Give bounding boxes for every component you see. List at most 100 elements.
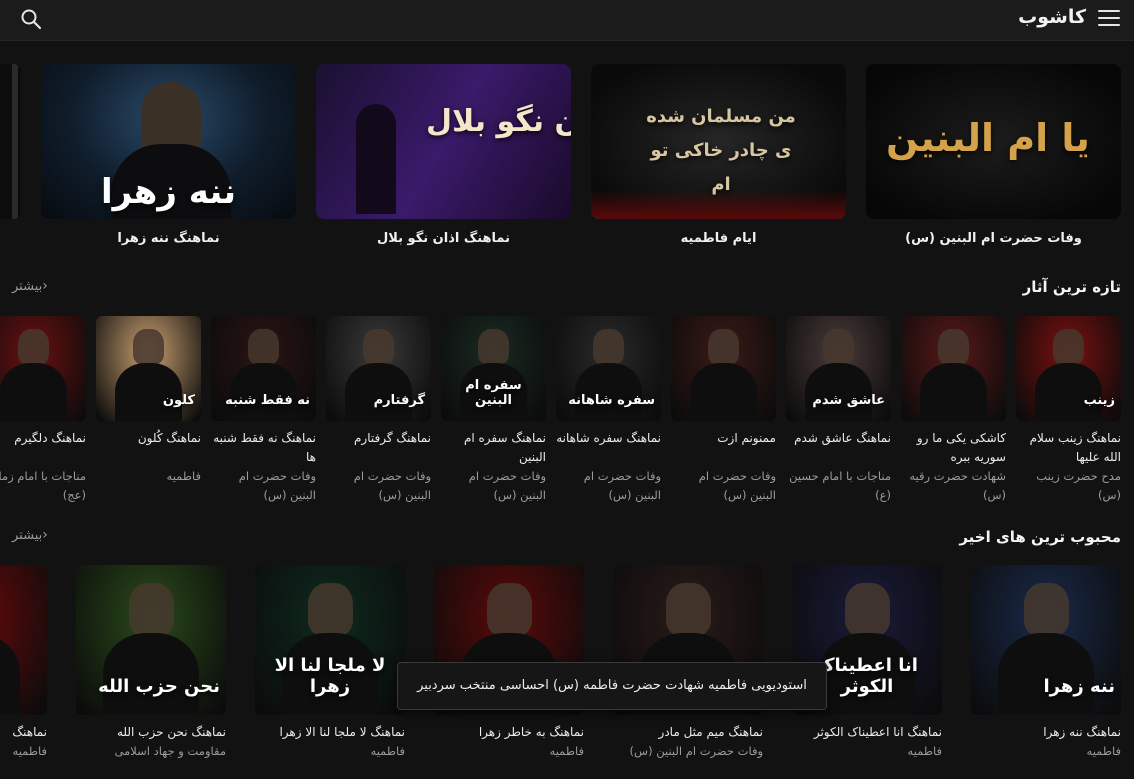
- chevron-left-icon: ‹: [42, 278, 48, 294]
- popular-thumbnail-art: لا ملجا لنا الا زهرا: [274, 655, 386, 697]
- popular-thumbnail[interactable]: لا ملجا لنا الا زهرا: [255, 565, 405, 715]
- latest-thumbnail[interactable]: کلون: [96, 316, 201, 421]
- latest-item[interactable]: کلون نماهنگ کُلون فاطمیه: [96, 316, 201, 501]
- figure-shape: [362, 328, 395, 366]
- latest-title[interactable]: نماهنگ کُلون: [96, 429, 201, 448]
- popular-thumbnail[interactable]: نحن حزب الله: [76, 565, 226, 715]
- latest-title[interactable]: نماهنگ سفره شاهانه: [556, 429, 661, 448]
- latest-item[interactable]: گرفتارم نماهنگ گرفتارم وفات حضرت ام البنین…: [326, 316, 431, 502]
- popular-subtitle: فاطمیه: [549, 744, 584, 758]
- latest-item[interactable]: سفره ام البنین نماهنگ سفره ام البنین وفات …: [441, 316, 546, 502]
- featured-card-3-art: اذان نگو بلال: [426, 104, 571, 139]
- latest-section-title: تازه ترین آثار: [1022, 278, 1121, 296]
- featured-card-1-art: یا ام البنین: [886, 116, 1090, 160]
- popular-title[interactable]: نماهنگ لا ملجا لنا الا زهرا: [255, 723, 405, 742]
- latest-item[interactable]: نه فقط شنبه نماهنگ نه فقط شنبه ها وفات حضر…: [211, 316, 316, 502]
- latest-thumbnail[interactable]: عاشق شدم: [786, 316, 891, 421]
- latest-title[interactable]: نماهنگ دلگیرم: [0, 429, 86, 448]
- popular-subtitle: مقاومت و جهاد اسلامی: [114, 744, 226, 758]
- featured-card-1-title[interactable]: وفات حضرت ام البنین (س): [866, 231, 1121, 246]
- figure-shape: [132, 328, 165, 366]
- popular-title[interactable]: نماهنگ میم مثل مادر: [613, 723, 763, 742]
- latest-subtitle: فاطمیه: [166, 469, 201, 483]
- popular-title[interactable]: نماهنگ نحن حزب الله: [76, 723, 226, 742]
- featured-card-3-image[interactable]: اذان نگو بلال: [316, 64, 571, 219]
- latest-row: زینب نماهنگ زینب سلام الله علیها مدح حضرت …: [0, 316, 1134, 506]
- figure-shape: [665, 583, 711, 636]
- popular-title[interactable]: نماهنگ ننه زهرا: [971, 723, 1121, 742]
- popular-item[interactable]: نحن حزب الله نماهنگ نحن حزب الله مقاومت و …: [76, 565, 226, 779]
- search-icon[interactable]: [20, 8, 42, 30]
- latest-thumbnail-art: کلون: [162, 393, 195, 409]
- featured-card-2-image[interactable]: من مسلمان شده ی چادر خاکی تو ام: [591, 64, 846, 219]
- hamburger-menu-icon[interactable]: [1098, 10, 1120, 28]
- latest-subtitle: مدح حضرت زینب (س): [1036, 469, 1121, 502]
- popular-thumbnail-art: ننه زهرا: [1043, 676, 1116, 697]
- popular-section-title: محبوب ترین های اخیر: [959, 528, 1121, 546]
- latest-thumbnail-art: گرفتارم: [373, 393, 425, 409]
- popular-thumbnail-art: نحن حزب الله: [98, 676, 220, 697]
- popular-more-label: بیشتر: [12, 528, 43, 543]
- latest-thumbnail-art: سفره ام البنین: [465, 378, 522, 409]
- figure-shape: [844, 583, 890, 636]
- latest-title[interactable]: نماهنگ گرفتارم: [326, 429, 431, 448]
- latest-subtitle: وفات حضرت ام البنین (س): [583, 469, 661, 502]
- latest-title[interactable]: نماهنگ عاشق شدم: [786, 429, 891, 448]
- latest-thumbnail-art: سفره شاهانه: [568, 393, 655, 409]
- latest-subtitle: مناجات با امام زمان (عج): [0, 469, 86, 502]
- featured-card-edge[interactable]: [0, 64, 21, 219]
- popular-title[interactable]: نماهنگ به خاطر زهرا: [434, 723, 584, 742]
- latest-title[interactable]: نماهنگ سفره ام البنین: [441, 429, 546, 467]
- latest-thumbnail[interactable]: نه فقط شنبه: [211, 316, 316, 421]
- latest-more-link[interactable]: ‹بیشتر: [12, 278, 52, 294]
- featured-card-2-art: من مسلمان شده ی چادر خاکی تو ام: [646, 106, 796, 195]
- popular-subtitle: فاطمیه: [370, 744, 405, 758]
- popular-item[interactable]: لا ملجا لنا الا زهرا نماهنگ لا ملجا لنا ا…: [255, 565, 405, 779]
- figure-shape: [0, 363, 68, 421]
- latest-thumbnail-art: زینب: [1083, 393, 1115, 409]
- latest-title[interactable]: نماهنگ زینب سلام الله علیها: [1016, 429, 1121, 467]
- chevron-left-icon: ‹: [42, 527, 48, 543]
- top-bar: کاشوب: [0, 0, 1134, 41]
- latest-item[interactable]: عاشق شدم نماهنگ عاشق شدم مناجات با امام حس…: [786, 316, 891, 502]
- featured-card-3-title[interactable]: نماهنگ اذان نگو بلال: [316, 231, 571, 246]
- latest-item[interactable]: سفره شاهانه نماهنگ سفره شاهانه وفات حضرت ا…: [556, 316, 661, 502]
- latest-subtitle: وفات حضرت ام البنین (س): [468, 469, 546, 502]
- figure-shape: [998, 632, 1094, 715]
- figure-shape: [0, 632, 20, 715]
- popular-thumbnail[interactable]: [0, 565, 47, 715]
- figure-shape: [477, 328, 510, 366]
- latest-item[interactable]: نماهنگ دلگیرم مناجات با امام زمان (عج): [0, 316, 86, 502]
- figure-shape: [1052, 328, 1085, 366]
- latest-item[interactable]: زینب نماهنگ زینب سلام الله علیها مدح حضرت …: [1016, 316, 1121, 502]
- latest-thumbnail[interactable]: [901, 316, 1006, 421]
- latest-thumbnail[interactable]: گرفتارم: [326, 316, 431, 421]
- featured-card-1-image[interactable]: یا ام البنین: [866, 64, 1121, 219]
- popular-item[interactable]: نماهنگ فاطمیه: [0, 565, 47, 779]
- tooltip-toast: استودیویی فاطمیه شهادت حضرت فاطمه (س) اح…: [397, 662, 827, 710]
- popular-more-link[interactable]: ‹بیشتر: [12, 527, 52, 543]
- latest-thumbnail[interactable]: [0, 316, 86, 421]
- popular-title[interactable]: نماهنگ: [0, 723, 47, 742]
- latest-thumbnail-art: عاشق شدم: [812, 393, 885, 409]
- latest-thumbnail[interactable]: زینب: [1016, 316, 1121, 421]
- figure-shape: [919, 363, 988, 421]
- popular-thumbnail[interactable]: ننه زهرا: [971, 565, 1121, 715]
- latest-thumbnail[interactable]: [671, 316, 776, 421]
- latest-title[interactable]: نماهنگ نه فقط شنبه ها: [211, 429, 316, 467]
- latest-item[interactable]: کاشکی یکی ما رو سوریه ببره شهادت حضرت رقی…: [901, 316, 1006, 502]
- latest-thumbnail[interactable]: سفره ام البنین: [441, 316, 546, 421]
- figure-shape: [307, 583, 353, 636]
- latest-title[interactable]: ممنونم ازت: [671, 429, 776, 448]
- featured-card-4-title[interactable]: نماهنگ ننه زهرا: [41, 231, 296, 246]
- popular-title[interactable]: نماهنگ انا اعطیناک الکوثر: [792, 723, 942, 742]
- latest-subtitle: وفات حضرت ام البنین (س): [238, 469, 316, 502]
- featured-card-2-title[interactable]: ایام فاطمیه: [591, 231, 846, 246]
- popular-item[interactable]: ننه زهرا نماهنگ ننه زهرا فاطمیه: [971, 565, 1121, 779]
- latest-subtitle: وفات حضرت ام البنین (س): [353, 469, 431, 502]
- figure-shape: [247, 328, 280, 366]
- latest-thumbnail[interactable]: سفره شاهانه: [556, 316, 661, 421]
- latest-title[interactable]: کاشکی یکی ما رو سوریه ببره: [901, 429, 1006, 467]
- featured-card-4-image[interactable]: ننه زهرا: [41, 64, 296, 219]
- latest-item[interactable]: ممنونم ازت وفات حضرت ام البنین (س): [671, 316, 776, 502]
